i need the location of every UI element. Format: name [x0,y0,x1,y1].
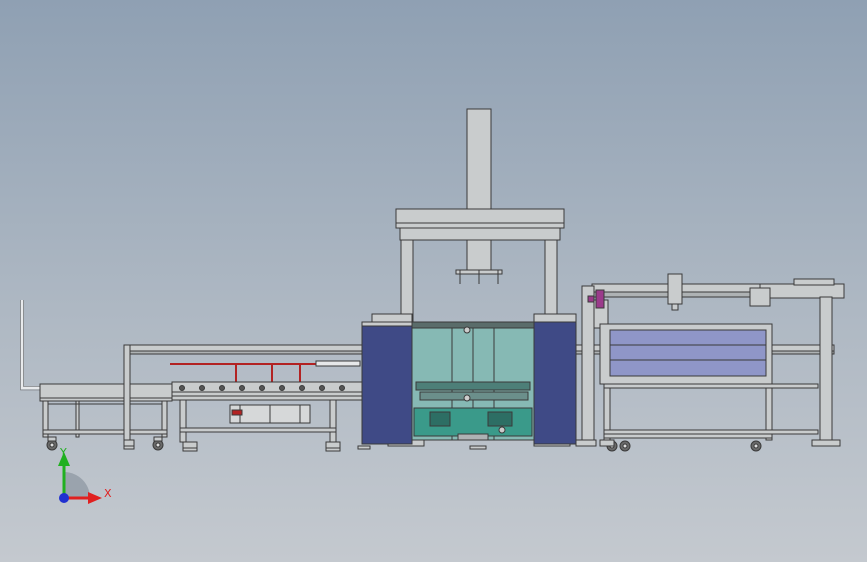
conveyor-rollers [179,385,345,391]
cad-viewport[interactable]: Y X [0,0,867,562]
rod-connector [315,360,361,367]
blue-panel-right [533,321,577,445]
triad-z-origin [59,493,69,503]
machine-chamber [411,321,535,441]
blue-panel-left [361,321,413,445]
viewport-background [0,0,867,562]
triad-x-label: X [104,487,112,500]
triad-y-label: Y [59,446,67,459]
